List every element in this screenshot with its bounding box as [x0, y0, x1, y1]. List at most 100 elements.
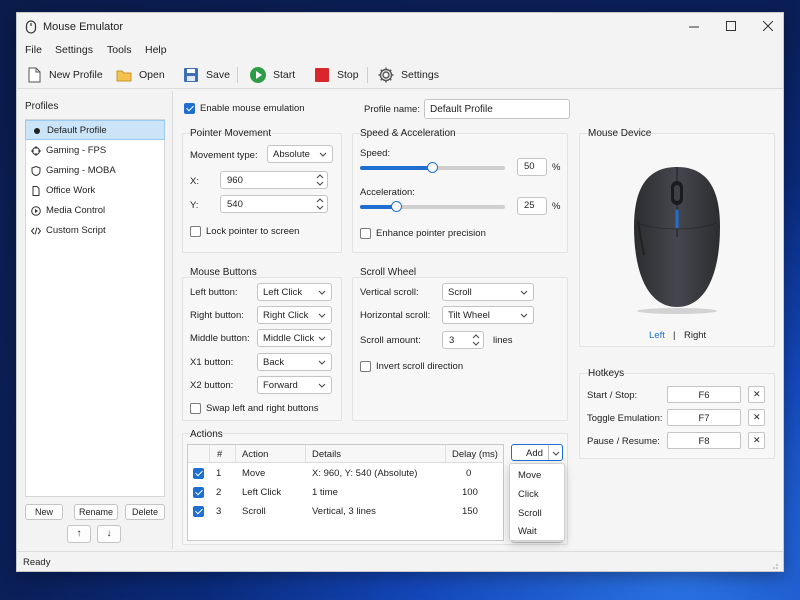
- enable-emulation-checkbox[interactable]: [184, 103, 195, 114]
- move-down-button[interactable]: ↓: [97, 525, 121, 543]
- dropdown-item-scroll[interactable]: Scroll: [518, 508, 542, 519]
- row-enabled-checkbox[interactable]: [193, 468, 204, 479]
- profile-item-office-work[interactable]: Office Work: [25, 181, 165, 201]
- dropdown-item-move[interactable]: Move: [518, 470, 541, 481]
- profile-item-label: Media Control: [46, 205, 106, 216]
- left-side-label[interactable]: Left: [649, 330, 665, 341]
- middle-button-select[interactable]: Middle Click: [257, 329, 332, 347]
- x1-button-label: X1 button:: [190, 357, 234, 368]
- header-details[interactable]: Details: [306, 445, 446, 463]
- main-window: Mouse Emulator File Settings Tools Help …: [16, 12, 784, 572]
- dropdown-item-wait[interactable]: Wait: [518, 526, 537, 537]
- row-delay: 0: [466, 468, 472, 479]
- minimize-icon[interactable]: [689, 22, 699, 32]
- hotkeys-title: Hotkeys: [588, 368, 625, 379]
- right-side-label[interactable]: Right: [684, 330, 706, 341]
- new-profile-button[interactable]: New Profile: [25, 65, 103, 85]
- header-action[interactable]: Action: [236, 445, 306, 463]
- stop-button[interactable]: Stop: [313, 65, 359, 85]
- maximize-icon[interactable]: [726, 21, 736, 31]
- menu-file[interactable]: File: [25, 44, 42, 56]
- y-coordinate-input[interactable]: 540: [220, 195, 328, 213]
- settings-button[interactable]: Settings: [377, 65, 439, 85]
- acceleration-slider-track[interactable]: [360, 205, 505, 209]
- profile-item-media-control[interactable]: Media Control: [25, 201, 165, 221]
- close-icon[interactable]: [763, 21, 773, 31]
- swap-buttons-checkbox[interactable]: [190, 403, 201, 414]
- toolbar: New Profile Open Save Start Stop Setting…: [17, 61, 783, 89]
- table-row[interactable]: 3 Scroll Vertical, 3 lines 150: [188, 502, 503, 521]
- y-value: 540: [227, 199, 243, 210]
- lock-pointer-label: Lock pointer to screen: [206, 226, 300, 237]
- hotkey-pause-clear-button[interactable]: ✕: [748, 432, 765, 449]
- speed-slider-thumb[interactable]: [427, 162, 438, 173]
- resize-grip-icon[interactable]: [769, 560, 779, 570]
- save-button[interactable]: Save: [182, 65, 230, 85]
- acceleration-value-input[interactable]: 25: [517, 197, 547, 215]
- split-divider: [548, 445, 549, 460]
- save-disk-icon: [184, 68, 198, 82]
- header-delay[interactable]: Delay (ms): [446, 445, 503, 463]
- x-coordinate-input[interactable]: 960: [220, 171, 328, 189]
- profile-name-input[interactable]: Default Profile: [424, 99, 570, 119]
- vertical-scroll-select[interactable]: Scroll: [442, 283, 534, 301]
- row-action: Scroll: [242, 506, 266, 517]
- right-button-select[interactable]: Right Click: [257, 306, 332, 324]
- add-action-split-button[interactable]: Add: [511, 444, 563, 461]
- profile-item-default[interactable]: Default Profile: [25, 120, 165, 140]
- x2-button-label: X2 button:: [190, 380, 234, 391]
- speed-value-input[interactable]: 50: [517, 158, 547, 176]
- delete-profile-button[interactable]: Delete: [125, 504, 165, 520]
- rename-profile-button[interactable]: Rename: [74, 504, 118, 520]
- lock-pointer-checkbox[interactable]: [190, 226, 201, 237]
- save-label: Save: [206, 69, 230, 81]
- row-enabled-checkbox[interactable]: [193, 487, 204, 498]
- x1-button-select[interactable]: Back: [257, 353, 332, 371]
- left-button-select[interactable]: Left Click: [257, 283, 332, 301]
- x1-button-value: Back: [263, 357, 285, 368]
- chevron-down-icon[interactable]: [551, 448, 561, 458]
- new-profile-list-button[interactable]: New: [25, 504, 63, 520]
- scroll-wheel-title: Scroll Wheel: [360, 267, 417, 278]
- scroll-amount-input[interactable]: 3: [442, 331, 484, 349]
- y-label: Y:: [190, 200, 199, 211]
- movement-type-select[interactable]: Absolute: [267, 145, 333, 163]
- table-row[interactable]: 2 Left Click 1 time 100: [188, 483, 503, 502]
- open-button[interactable]: Open: [115, 65, 165, 85]
- dropdown-item-click[interactable]: Click: [518, 489, 539, 500]
- spinner-arrows-icon[interactable]: [316, 197, 324, 211]
- spinner-arrows-icon[interactable]: [472, 333, 480, 347]
- hotkey-start-stop-field[interactable]: F6: [667, 386, 741, 403]
- hotkey-toggle-field[interactable]: F7: [667, 409, 741, 426]
- spinner-arrows-icon[interactable]: [316, 173, 324, 187]
- mouse-device-title: Mouse Device: [588, 128, 652, 139]
- x2-button-select[interactable]: Forward: [257, 376, 332, 394]
- settings-label: Settings: [401, 69, 439, 81]
- start-button[interactable]: Start: [249, 65, 295, 85]
- row-enabled-checkbox[interactable]: [193, 506, 204, 517]
- table-row[interactable]: 1 Move X: 960, Y: 540 (Absolute) 0: [188, 464, 503, 483]
- horizontal-scroll-select[interactable]: Tilt Wheel: [442, 306, 534, 324]
- hotkey-start-stop-clear-button[interactable]: ✕: [748, 386, 765, 403]
- move-up-button[interactable]: ↑: [67, 525, 91, 543]
- menu-tools[interactable]: Tools: [107, 44, 132, 56]
- hotkey-toggle-clear-button[interactable]: ✕: [748, 409, 765, 426]
- profile-item-gaming-moba[interactable]: Gaming - MOBA: [25, 161, 165, 181]
- acceleration-slider-thumb[interactable]: [390, 201, 402, 212]
- document-icon: [32, 186, 40, 196]
- hotkey-pause-field[interactable]: F8: [667, 432, 741, 449]
- enhance-precision-checkbox[interactable]: [360, 228, 371, 239]
- profile-item-custom-script[interactable]: Custom Script: [25, 221, 165, 241]
- start-label: Start: [273, 69, 296, 81]
- main-panel: Enable mouse emulation Profile name: Def…: [174, 91, 783, 549]
- acceleration-unit: %: [552, 201, 561, 212]
- header-number[interactable]: #: [210, 445, 236, 463]
- menu-settings[interactable]: Settings: [55, 44, 93, 56]
- profile-item-gaming-fps[interactable]: Gaming - FPS: [25, 141, 165, 161]
- profile-item-label: Default Profile: [47, 125, 107, 136]
- profiles-sidebar: Profiles Default Profile Gaming - FPS Ga…: [17, 91, 173, 549]
- invert-scroll-checkbox[interactable]: [360, 361, 371, 372]
- profile-item-label: Gaming - MOBA: [46, 165, 116, 176]
- speed-unit: %: [552, 162, 561, 173]
- menu-help[interactable]: Help: [145, 44, 167, 56]
